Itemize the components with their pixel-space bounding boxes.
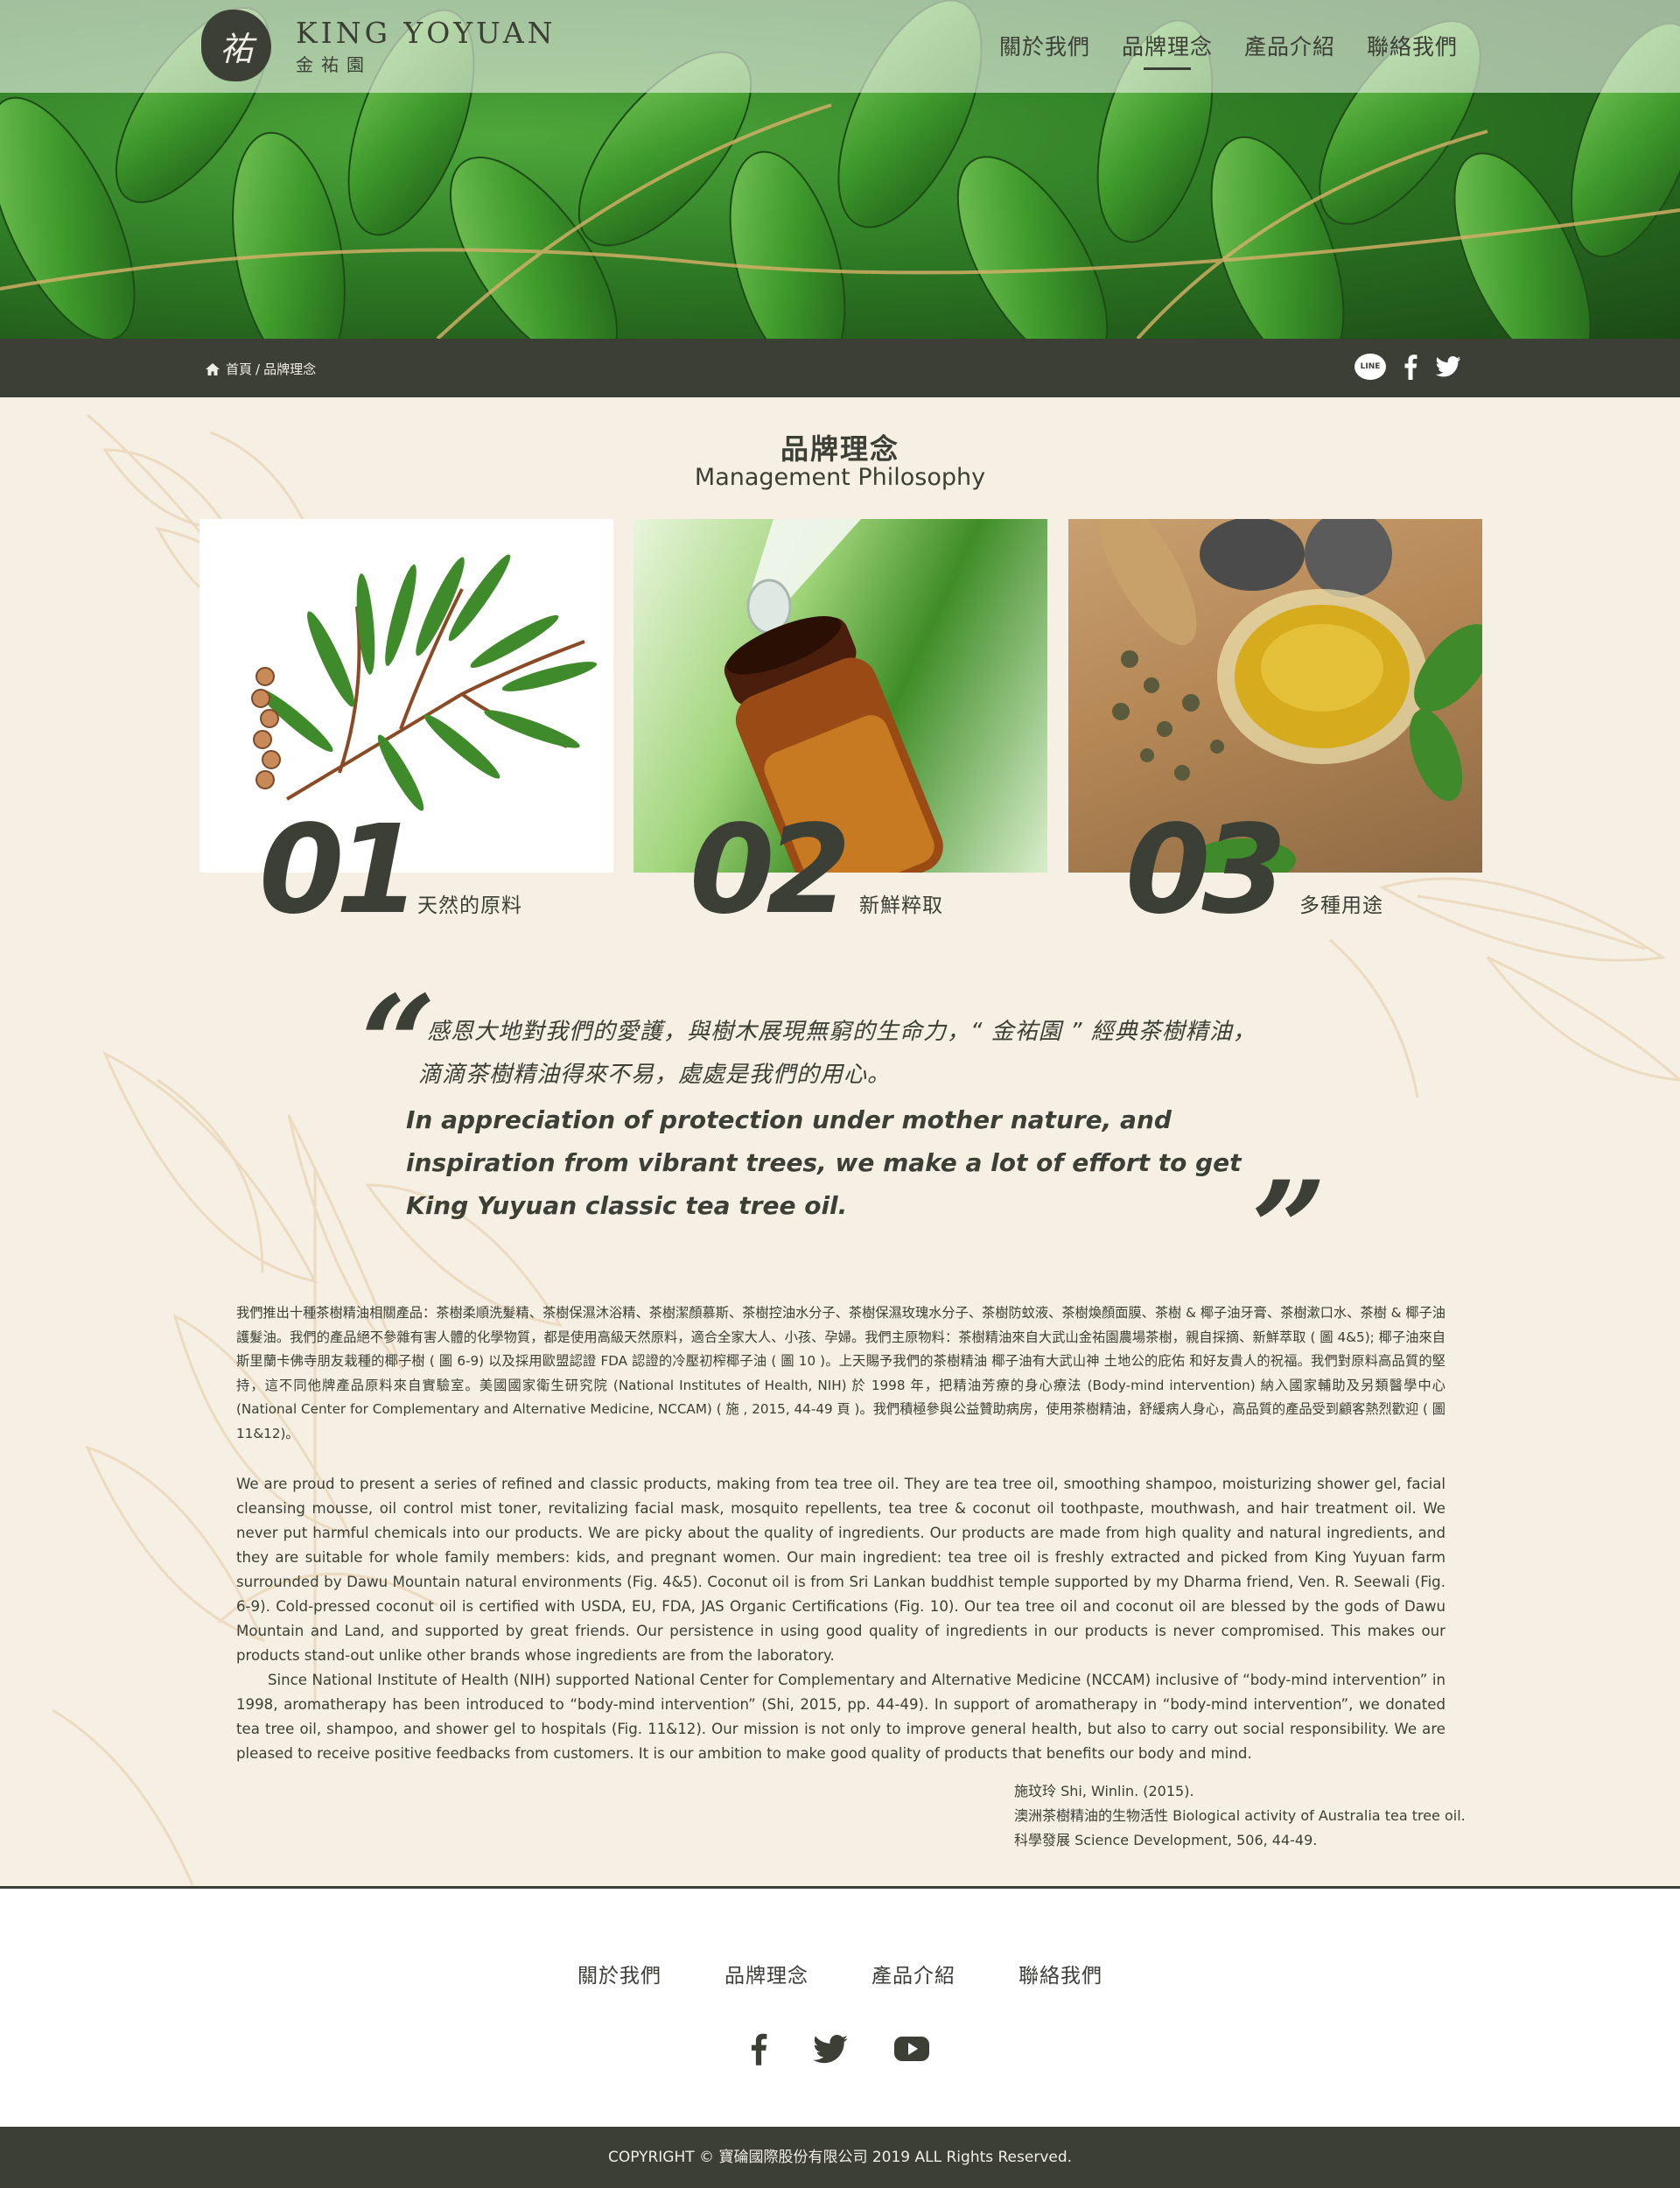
quote-zh: 感恩大地對我們的愛護，與樹木展現無窮的生命力，“ 金祐園 ” 經典茶樹精油， 滴… (402, 1011, 1286, 1097)
facebook-icon (1404, 354, 1418, 380)
share-facebook-button[interactable] (1404, 354, 1418, 380)
twitter-icon (813, 2034, 848, 2063)
line-icon: LINE (1354, 354, 1386, 380)
reference-line2: 澳洲茶樹精油的生物活性 Biological activity of Austr… (1014, 1807, 1466, 1824)
breadcrumb: 首頁 / 品牌理念 (205, 360, 316, 378)
section-title-zh: 品牌理念 (780, 432, 900, 466)
facebook-icon (751, 2033, 767, 2065)
footer-social-links (0, 2032, 1680, 2065)
philosophy-text-en: We are proud to present a series of refi… (236, 1472, 1446, 1766)
feature-label-01: 天然的原料 (417, 894, 522, 917)
brand-logo[interactable]: 祐 KING YOYUAN 金祐園 (201, 10, 556, 81)
philosophy-text-en-p1: We are proud to present a series of refi… (236, 1476, 1446, 1664)
footer-nav: 關於我們 品牌理念 產品介紹 聯絡我們 (0, 1959, 1680, 1988)
section-title-en: Management Philosophy (694, 464, 986, 491)
philosophy-quote: 感恩大地對我們的愛護，與樹木展現無窮的生命力，“ 金祐園 ” 經典茶樹精油， 滴… (402, 1011, 1286, 1227)
nav-item-products[interactable]: 產品介紹 (1244, 30, 1335, 70)
hero-banner: 祐 KING YOYUAN 金祐園 關於我們 品牌理念 產品介紹 聯絡我們 (0, 0, 1680, 339)
footer-nav-contact[interactable]: 聯絡我們 (1018, 1959, 1102, 1988)
feature-label-02: 新鮮粹取 (859, 894, 943, 917)
nav-item-about[interactable]: 關於我們 (999, 30, 1090, 70)
share-line-button[interactable]: LINE (1354, 354, 1386, 380)
breadcrumb-bar: 首頁 / 品牌理念 LINE (0, 339, 1680, 397)
logo-name-en: KING YOYUAN (296, 15, 556, 50)
logo-mark-icon: 祐 (201, 10, 271, 81)
share-buttons: LINE (1337, 354, 1461, 380)
philosophy-text-zh: 我們推出十種茶樹精油相關產品：茶樹柔順洗髮精、茶樹保濕沐浴精、茶樹潔顏慕斯、茶樹… (236, 1305, 1446, 1441)
footer-youtube-link[interactable] (893, 2035, 930, 2063)
footer-twitter-link[interactable] (813, 2034, 848, 2064)
breadcrumb-separator: / (256, 361, 261, 377)
top-navigation-bar: 祐 KING YOYUAN 金祐園 關於我們 品牌理念 產品介紹 聯絡我們 (0, 0, 1680, 93)
quote-en: In appreciation of protection under moth… (406, 1105, 1242, 1220)
twitter-icon (1435, 356, 1461, 377)
copyright-bar: COPYRIGHT © 寶碖國際股份有限公司 2019 ALL Rights R… (0, 2127, 1680, 2188)
nav-item-contact[interactable]: 聯絡我們 (1367, 30, 1458, 70)
footer: 關於我們 品牌理念 產品介紹 聯絡我們 (0, 1886, 1680, 2127)
quote-zh-line2: 滴滴茶樹精油得來不易，處處是我們的用心。 (418, 1062, 892, 1088)
reference-line3: 科學發展 Science Development, 506, 44-49. (1014, 1832, 1318, 1848)
philosophy-text-en-p2: Since National Institute of Health (NIH)… (236, 1672, 1446, 1762)
reference-line1: 施玟玲 Shi, Winlin. (2015). (1014, 1783, 1194, 1799)
logo-name-zh: 金祐園 (296, 53, 372, 75)
share-twitter-button[interactable] (1435, 356, 1461, 377)
footer-facebook-link[interactable] (750, 2032, 767, 2065)
reference-citation: 施玟玲 Shi, Winlin. (2015). 澳洲茶樹精油的生物活性 Bio… (1014, 1779, 1466, 1853)
main-nav: 關於我們 品牌理念 產品介紹 聯絡我們 (968, 30, 1458, 70)
feature-number-02: 02 (690, 799, 851, 942)
home-icon[interactable] (205, 362, 220, 376)
footer-nav-about[interactable]: 關於我們 (578, 1959, 662, 1988)
feature-number-01: 01 (259, 799, 421, 942)
footer-nav-philosophy[interactable]: 品牌理念 (724, 1959, 808, 1988)
youtube-icon (894, 2037, 929, 2061)
feature-number-03: 03 (1125, 799, 1287, 942)
breadcrumb-home[interactable]: 首頁 (226, 360, 252, 378)
breadcrumb-current: 品牌理念 (263, 361, 317, 377)
logo-text: KING YOYUAN 金祐園 (296, 18, 556, 74)
nav-item-philosophy[interactable]: 品牌理念 (1122, 30, 1213, 70)
feature-label-03: 多種用途 (1299, 894, 1383, 917)
footer-nav-products[interactable]: 產品介紹 (872, 1959, 956, 1988)
quote-zh-line1: 感恩大地對我們的愛護，與樹木展現無窮的生命力，“ 金祐園 ” 經典茶樹精油， (427, 1019, 1256, 1045)
